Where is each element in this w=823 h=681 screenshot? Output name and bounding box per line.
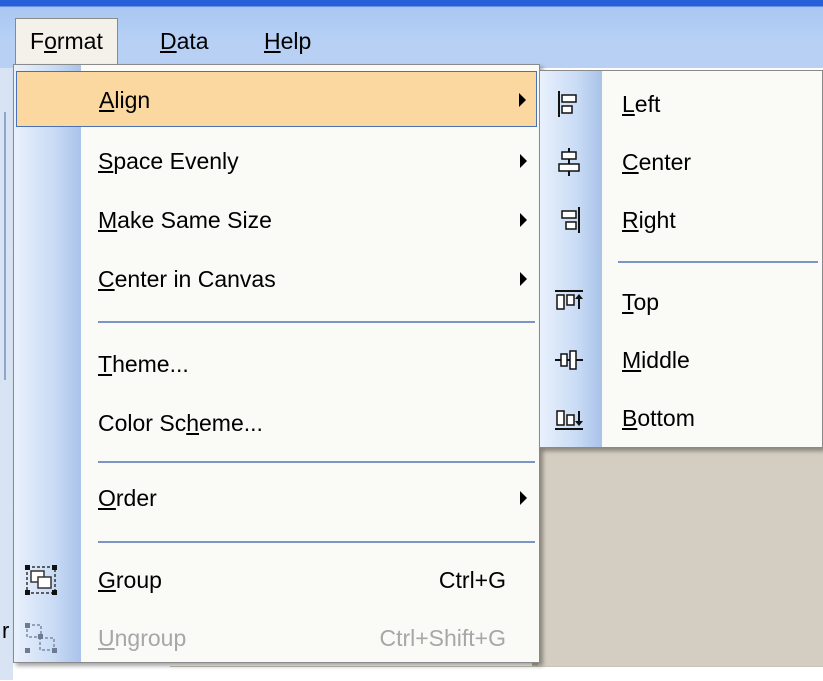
menu-item-space-evenly[interactable]: Space Evenly [16,133,537,189]
submenu-item-label: Middle [622,347,690,373]
ungroup-icon [25,623,57,653]
format-menu: Align Space Evenly Make Same Size Center… [13,64,540,663]
menu-item-label: Color Scheme... [98,410,263,436]
submenu-item-label: Right [622,207,676,233]
submenu-item-label: Top [622,289,660,315]
menu-separator [98,461,535,463]
menu-item-label: Align [99,87,151,113]
menu-separator [98,321,535,323]
menu-item-group[interactable]: Group Ctrl+G [16,552,537,608]
menu-item-theme[interactable]: Theme... [16,336,537,392]
submenu-arrow-icon [519,93,526,107]
menu-item-align[interactable]: Align [16,71,537,127]
menu-item-make-same-size[interactable]: Make Same Size [16,192,537,248]
horizontal-scrollbar[interactable] [170,666,823,681]
menu-item-ungroup[interactable]: Ungroup Ctrl+Shift+G [16,610,537,666]
submenu-item-label: Left [622,91,661,117]
submenu-arrow-icon [520,154,527,168]
submenu-item-right[interactable]: Right [542,191,820,249]
submenu-item-top[interactable]: Top [542,273,820,331]
align-submenu: Left Center Right Top Middle Bottom [539,70,823,448]
align-center-icon [558,148,580,176]
menu-separator [98,541,535,543]
menu-item-label: Theme... [98,351,189,377]
background-panel [0,68,13,680]
menu-item-label: Order [98,485,157,511]
menu-item-label: Group [98,567,162,593]
submenu-item-label: Center [622,149,692,175]
submenu-arrow-icon [520,491,527,505]
align-middle-icon [555,350,583,370]
align-right-icon [561,207,580,233]
submenu-arrow-icon [520,272,527,286]
submenu-item-center[interactable]: Center [542,133,820,191]
menu-data[interactable]: Data [146,18,223,64]
menu-item-label: Center in Canvas [98,266,276,292]
submenu-item-middle[interactable]: Middle [542,331,820,389]
canvas-area [532,448,823,680]
group-icon [25,565,57,595]
menu-item-color-scheme[interactable]: Color Scheme... [16,395,537,451]
menu-item-order[interactable]: Order [16,470,537,526]
align-left-icon [558,91,577,117]
align-top-icon [555,290,583,310]
menu-help[interactable]: Help [250,18,325,64]
submenu-item-left[interactable]: Left [542,75,820,133]
align-bottom-icon [555,410,583,430]
shortcut-text: Ctrl+Shift+G [379,625,506,651]
menu-format[interactable]: Format [15,18,118,64]
submenu-item-label: Bottom [622,405,695,431]
menu-item-center-in-canvas[interactable]: Center in Canvas [16,251,537,307]
menu-item-label: Space Evenly [98,148,239,174]
submenu-item-bottom[interactable]: Bottom [542,389,820,447]
menu-item-label: Ungroup [98,625,187,651]
menu-item-label: Make Same Size [98,207,272,233]
menu-bar: Format Data Help [0,0,823,68]
shortcut-text: Ctrl+G [438,567,506,593]
submenu-arrow-icon [520,213,527,227]
menu-separator [618,261,818,263]
background-text: r [2,618,10,643]
background-divider [4,112,6,380]
